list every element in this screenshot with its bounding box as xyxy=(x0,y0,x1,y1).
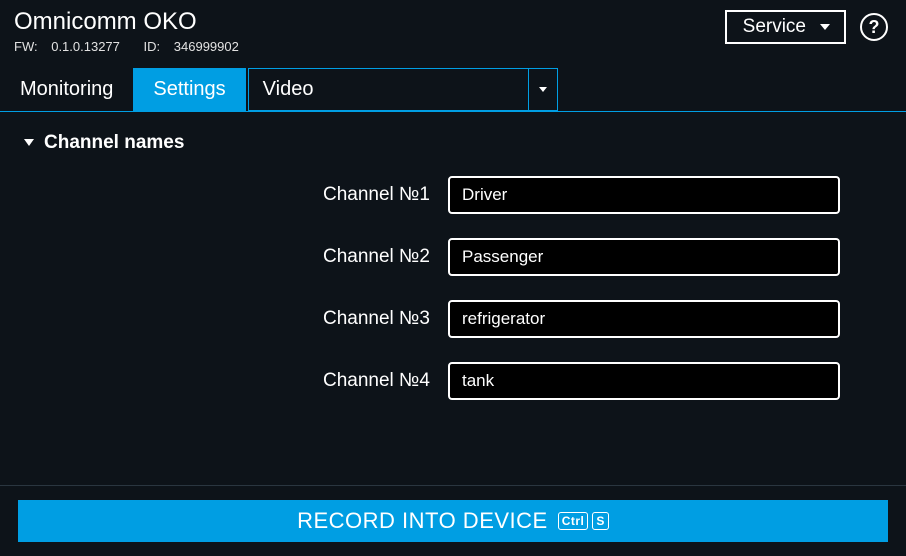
help-button[interactable]: ? xyxy=(860,13,888,41)
chevron-down-icon xyxy=(820,24,830,30)
channel-3-input[interactable] xyxy=(448,300,840,338)
app-header: Omnicomm OKO FW: 0.1.0.13277 ID: 3469999… xyxy=(0,0,906,58)
record-label: RECORD INTO DEVICE xyxy=(297,508,548,534)
tab-settings[interactable]: Settings xyxy=(133,68,245,111)
channel-label: Channel №1 xyxy=(18,184,448,206)
channel-row: Channel №2 xyxy=(18,238,888,276)
kbd-ctrl: Ctrl xyxy=(558,512,589,530)
shortcut-hint: Ctrl S xyxy=(558,512,609,530)
channel-1-input[interactable] xyxy=(448,176,840,214)
tab-bar: Monitoring Settings Video xyxy=(0,68,906,112)
footer: RECORD INTO DEVICE Ctrl S xyxy=(0,485,906,542)
fw-label: FW: 0.1.0.13277 xyxy=(14,39,130,54)
channel-2-input[interactable] xyxy=(448,238,840,276)
app-title: Omnicomm OKO xyxy=(14,8,259,37)
header-meta: FW: 0.1.0.13277 ID: 346999902 xyxy=(14,39,259,54)
channel-4-input[interactable] xyxy=(448,362,840,400)
section-toggle-channel-names[interactable]: Channel names xyxy=(18,132,888,154)
content-area: Channel names Channel №1 Channel №2 Chan… xyxy=(0,112,906,400)
tab-monitoring[interactable]: Monitoring xyxy=(0,68,133,111)
channel-row: Channel №1 xyxy=(18,176,888,214)
channel-row: Channel №3 xyxy=(18,300,888,338)
service-label: Service xyxy=(743,16,806,38)
channel-label: Channel №2 xyxy=(18,246,448,268)
chevron-down-icon xyxy=(539,87,547,92)
service-menu-button[interactable]: Service xyxy=(725,10,846,44)
triangle-down-icon xyxy=(24,139,34,146)
settings-category-value[interactable]: Video xyxy=(248,68,528,111)
settings-category-select[interactable]: Video xyxy=(248,68,558,111)
id-label: ID: 346999902 xyxy=(144,39,249,54)
channel-form: Channel №1 Channel №2 Channel №3 Channel… xyxy=(18,176,888,400)
channel-label: Channel №3 xyxy=(18,308,448,330)
kbd-s: S xyxy=(592,512,609,530)
header-right: Service ? xyxy=(725,10,888,44)
settings-category-caret[interactable] xyxy=(528,68,558,111)
channel-row: Channel №4 xyxy=(18,362,888,400)
channel-label: Channel №4 xyxy=(18,370,448,392)
record-into-device-button[interactable]: RECORD INTO DEVICE Ctrl S xyxy=(18,500,888,542)
section-title: Channel names xyxy=(44,132,184,154)
header-left: Omnicomm OKO FW: 0.1.0.13277 ID: 3469999… xyxy=(14,8,259,54)
help-icon: ? xyxy=(869,17,880,38)
